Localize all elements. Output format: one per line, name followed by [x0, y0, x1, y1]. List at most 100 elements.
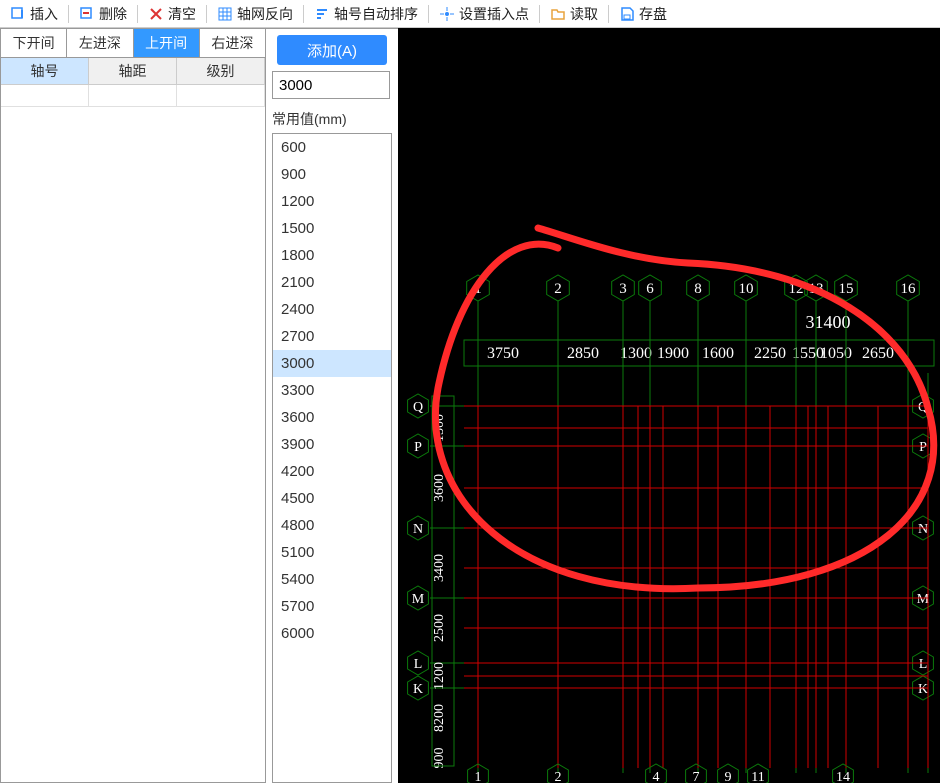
save-icon: [619, 6, 635, 22]
svg-text:4: 4: [653, 770, 660, 783]
preset-item[interactable]: 1200: [273, 188, 391, 215]
svg-text:3750: 3750: [487, 345, 519, 362]
svg-text:K: K: [918, 682, 928, 697]
svg-text:N: N: [413, 522, 423, 537]
svg-text:P: P: [919, 440, 927, 455]
add-button[interactable]: 添加(A): [277, 35, 387, 65]
toolbar-clear-label: 清空: [168, 4, 196, 24]
insertpoint-icon: [439, 6, 455, 22]
preset-item[interactable]: 3000: [273, 350, 391, 377]
toolbar-grid-reverse[interactable]: 轴网反向: [211, 2, 299, 26]
toolbar-sep: [608, 5, 609, 23]
value-input[interactable]: [272, 71, 390, 99]
toolbar-set-insertpoint-label: 设置插入点: [459, 4, 529, 24]
grid-col-axisno[interactable]: 轴号: [1, 58, 89, 85]
preset-item[interactable]: 2700: [273, 323, 391, 350]
preset-item[interactable]: 600: [273, 134, 391, 161]
delete-icon: [79, 6, 95, 22]
toolbar-sep: [303, 5, 304, 23]
canvas-svg: 1236810121315163140037502850130019001600…: [398, 28, 940, 783]
preset-item[interactable]: 3900: [273, 431, 391, 458]
toolbar-axis-autosort[interactable]: 轴号自动排序: [308, 2, 424, 26]
svg-text:L: L: [919, 657, 928, 672]
svg-text:2250: 2250: [754, 345, 786, 362]
preset-item[interactable]: 6000: [273, 620, 391, 647]
grid-row[interactable]: [1, 85, 265, 107]
grid-body[interactable]: [1, 85, 265, 782]
svg-text:3: 3: [619, 281, 627, 297]
svg-text:1: 1: [475, 770, 482, 783]
tab-bottom-bay[interactable]: 下开间: [1, 29, 67, 58]
svg-text:1200: 1200: [432, 662, 447, 690]
toolbar-sep: [137, 5, 138, 23]
preset-item[interactable]: 4500: [273, 485, 391, 512]
svg-text:1900: 1900: [657, 345, 689, 362]
svg-text:31400: 31400: [806, 312, 851, 332]
svg-text:N: N: [918, 522, 928, 537]
svg-text:P: P: [414, 440, 422, 455]
svg-text:900: 900: [432, 748, 447, 769]
toolbar-sep: [68, 5, 69, 23]
toolbar-sep: [206, 5, 207, 23]
svg-text:9: 9: [725, 770, 732, 783]
toolbar-sep: [428, 5, 429, 23]
svg-text:2850: 2850: [567, 345, 599, 362]
clear-icon: [148, 6, 164, 22]
preset-item[interactable]: 900: [273, 161, 391, 188]
tab-left-depth[interactable]: 左进深: [67, 29, 133, 58]
preset-item[interactable]: 2100: [273, 269, 391, 296]
toolbar-sep: [539, 5, 540, 23]
grid-cell[interactable]: [177, 85, 265, 107]
svg-text:16: 16: [901, 281, 917, 297]
open-icon: [550, 6, 566, 22]
toolbar-axis-autosort-label: 轴号自动排序: [334, 4, 418, 24]
preset-list[interactable]: 6009001200150018002100240027003000330036…: [272, 133, 392, 783]
tab-right-depth[interactable]: 右进深: [200, 29, 265, 58]
drawing-canvas[interactable]: 1236810121315163140037502850130019001600…: [398, 28, 940, 783]
toolbar-clear[interactable]: 清空: [142, 2, 202, 26]
svg-text:8: 8: [694, 281, 702, 297]
svg-text:2: 2: [554, 281, 562, 297]
mid-pane: 添加(A) 常用值(mm) 60090012001500180021002400…: [266, 28, 398, 783]
toolbar-read-label: 读取: [570, 4, 598, 24]
preset-item[interactable]: 4800: [273, 512, 391, 539]
svg-text:1600: 1600: [702, 345, 734, 362]
svg-text:2: 2: [555, 770, 562, 783]
tab-top-bay[interactable]: 上开间: [134, 29, 200, 58]
preset-item[interactable]: 5100: [273, 539, 391, 566]
preset-item[interactable]: 4200: [273, 458, 391, 485]
svg-text:15: 15: [839, 281, 854, 297]
grid-col-level[interactable]: 级别: [177, 58, 265, 85]
toolbar-set-insertpoint[interactable]: 设置插入点: [433, 2, 535, 26]
svg-text:6: 6: [646, 281, 654, 297]
toolbar-delete[interactable]: 删除: [73, 2, 133, 26]
toolbar-grid-reverse-label: 轴网反向: [237, 4, 293, 24]
toolbar-save[interactable]: 存盘: [613, 2, 673, 26]
toolbar-read[interactable]: 读取: [544, 2, 604, 26]
preset-item[interactable]: 1500: [273, 215, 391, 242]
preset-item[interactable]: 5700: [273, 593, 391, 620]
grid-header: 轴号 轴距 级别: [1, 58, 265, 85]
preset-item[interactable]: 2400: [273, 296, 391, 323]
grid-cell[interactable]: [89, 85, 177, 107]
preset-item[interactable]: 3300: [273, 377, 391, 404]
toolbar: 插入 删除 清空 轴网反向 轴号自动排序 设置插入点 读取 存盘: [0, 0, 940, 28]
toolbar-save-label: 存盘: [639, 4, 667, 24]
svg-text:8200: 8200: [432, 704, 447, 732]
svg-text:L: L: [414, 657, 423, 672]
span-tabs: 下开间 左进深 上开间 右进深: [1, 29, 265, 58]
svg-text:3600: 3600: [432, 474, 447, 502]
svg-text:7: 7: [693, 770, 700, 783]
grid-cell[interactable]: [1, 85, 89, 107]
preset-item[interactable]: 1800: [273, 242, 391, 269]
preset-item[interactable]: 5400: [273, 566, 391, 593]
svg-text:1300: 1300: [620, 345, 652, 362]
grid-reverse-icon: [217, 6, 233, 22]
toolbar-insert[interactable]: 插入: [4, 2, 64, 26]
autosort-icon: [314, 6, 330, 22]
svg-text:11: 11: [751, 770, 764, 783]
grid-col-axisdist[interactable]: 轴距: [89, 58, 177, 85]
svg-text:2650: 2650: [862, 345, 894, 362]
svg-text:2500: 2500: [432, 614, 447, 642]
preset-item[interactable]: 3600: [273, 404, 391, 431]
